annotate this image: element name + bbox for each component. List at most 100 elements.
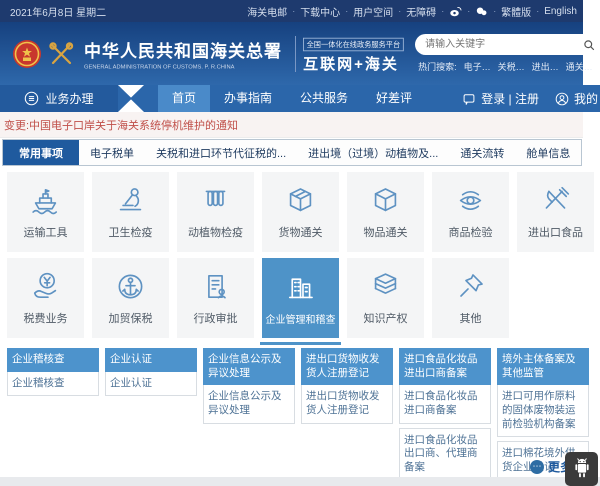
submenu-column: 企业稽核查企业稽核查 <box>7 348 99 396</box>
customs-portal-page: 2021年6月8日 星期二 海关电邮·下载中心·用户空间·无障碍···繁體版·E… <box>0 0 600 480</box>
search-input[interactable] <box>423 38 583 51</box>
parcel-box-icon <box>369 184 402 217</box>
service-tile-label: 卫生检疫 <box>109 224 153 240</box>
pin-icon <box>454 270 487 303</box>
service-tile-label: 货物通关 <box>279 224 323 240</box>
category-tab[interactable]: 进出境（过境）动植物及... <box>297 140 449 165</box>
topbar-link[interactable]: 下载中心 <box>300 4 340 19</box>
service-tile-label: 动植物检疫 <box>188 224 243 240</box>
separator-dot: · <box>292 6 295 16</box>
my-account-link[interactable]: 我的 <box>574 90 598 107</box>
submenu-item[interactable]: 进口可用作原料的固体废物装运前检验机构备案 <box>497 385 589 437</box>
submenu-item[interactable]: 企业信息公示及异议处理 <box>203 385 295 423</box>
business-menu-button[interactable]: 业务办理 <box>0 85 118 112</box>
weibo-icon[interactable] <box>449 5 462 18</box>
separator-dot: · <box>398 6 401 16</box>
notice-link[interactable]: 变更:中国电子口岸关于海关系统停机维护的通知 <box>4 117 238 133</box>
business-menu-label: 业务办理 <box>45 90 93 107</box>
nav-tab[interactable]: 办事指南 <box>210 85 286 112</box>
service-tile-label: 进出口食品 <box>528 224 583 240</box>
service-tile-label: 其他 <box>460 310 482 326</box>
hot-search-link[interactable]: 通关… <box>566 60 593 73</box>
grid-row: 税费业务 加贸保税行政审批企业管理和稽查 知识产权 其他 <box>7 258 600 338</box>
submenu-column: 企业信息公示及异议处理企业信息公示及异议处理 <box>203 348 295 424</box>
category-tab[interactable]: 舱单信息 <box>515 140 581 165</box>
submenu-header[interactable]: 企业认证 <box>105 348 197 372</box>
platform-name: 互联网+海关 <box>303 53 415 74</box>
nav-tab[interactable]: 好差评 <box>362 85 426 112</box>
separator-dot: · <box>441 6 444 16</box>
service-tile-label: 税费业务 <box>24 310 68 326</box>
submenu-header[interactable]: 企业信息公示及异议处理 <box>203 348 295 385</box>
topbar-link[interactable]: 海关电邮 <box>247 4 287 19</box>
hot-search-label: 热门搜索: <box>418 60 457 73</box>
separator-dot: · <box>345 6 348 16</box>
nav-tab[interactable]: 首页 <box>158 85 210 112</box>
service-tile[interactable]: 企业管理和稽查 <box>262 258 339 338</box>
category-tab[interactable]: 通关流转 <box>449 140 515 165</box>
submenu-header[interactable]: 企业稽核查 <box>7 348 99 372</box>
android-widget[interactable] <box>565 452 598 486</box>
microscope-icon <box>114 184 147 217</box>
submenu-item[interactable]: 进口食品化妆品进口商备案 <box>399 385 491 423</box>
separator-dot: · <box>536 6 539 16</box>
service-tile[interactable]: 商品检验 <box>432 172 509 252</box>
submenu-item[interactable]: 进出口货物收发货人注册登记 <box>301 385 393 423</box>
footer-strip <box>0 477 600 486</box>
service-tile[interactable]: 其他 <box>432 258 509 338</box>
user-icon <box>555 92 569 106</box>
service-tile[interactable]: 知识产权 <box>347 258 424 338</box>
topbar-link[interactable]: 用户空间 <box>353 4 393 19</box>
service-tile[interactable]: 行政审批 <box>177 258 254 338</box>
category-tab[interactable]: 电子税单 <box>79 140 145 165</box>
language-link[interactable]: 繁體版 <box>501 4 531 19</box>
service-tile[interactable]: 运输工具 <box>7 172 84 252</box>
nav-tab[interactable]: 公共服务 <box>286 85 362 112</box>
ipr-books-icon <box>369 270 402 303</box>
login-register-link[interactable]: 登录 | 注册 <box>481 90 539 107</box>
submenu-header[interactable]: 境外主体备案及其他监管 <box>497 348 589 385</box>
hot-search-link[interactable]: 电子… <box>464 60 491 73</box>
service-tile-label: 企业管理和稽查 <box>266 311 336 326</box>
search-icon[interactable] <box>583 39 595 51</box>
customs-logo-icon <box>46 39 76 69</box>
nav-separator-icon <box>118 85 144 112</box>
hot-search-items: 电子… 关税… 进出… 通关… <box>464 60 593 73</box>
separator-dot: · <box>467 6 470 16</box>
service-tile-label: 运输工具 <box>24 224 68 240</box>
chat-icon <box>462 92 476 106</box>
nav-right: 登录 | 注册 我的 <box>462 90 600 107</box>
service-tile[interactable]: 货物通关 <box>262 172 339 252</box>
submenu-item[interactable]: 企业稽核查 <box>7 372 99 397</box>
submenu-column: 企业认证企业认证 <box>105 348 197 396</box>
search-block: 热门搜索: 电子… 关税… 进出… 通关… <box>415 34 600 73</box>
topbar-links: 海关电邮·下载中心·用户空间·无障碍···繁體版·English <box>247 4 577 19</box>
service-tile[interactable]: 加贸保税 <box>92 258 169 338</box>
approval-doc-icon <box>199 270 232 303</box>
more-icon[interactable] <box>530 460 544 474</box>
submenu-item[interactable]: 进口食品化妆品出口商、代理商备案 <box>399 428 491 481</box>
submenu-item[interactable]: 企业认证 <box>105 372 197 397</box>
topbar-link[interactable]: 无障碍 <box>406 4 436 19</box>
service-tile[interactable]: 税费业务 <box>7 258 84 338</box>
nav-tabs: 首页办事指南公共服务好差评 <box>158 85 426 112</box>
category-tab[interactable]: 常用事项 <box>3 140 79 165</box>
service-grid: 运输工具 卫生检疫 动植物检疫 货物通关 物品通关 商品检验进出口食品税费业务 加贸保税行政… <box>0 166 600 338</box>
service-tile[interactable]: 进出口食品 <box>517 172 594 252</box>
wechat-icon[interactable] <box>475 5 488 18</box>
service-tile[interactable]: 卫生检疫 <box>92 172 169 252</box>
service-tile[interactable]: 物品通关 <box>347 172 424 252</box>
hot-search-link[interactable]: 进出… <box>532 60 559 73</box>
service-tile-label: 物品通关 <box>364 224 408 240</box>
hot-search-link[interactable]: 关税… <box>498 60 525 73</box>
submenu-panel: 企业稽核查企业稽核查企业认证企业认证企业信息公示及异议处理企业信息公示及异议处理… <box>0 348 600 480</box>
topbar: 2021年6月8日 星期二 海关电邮·下载中心·用户空间·无障碍···繁體版·E… <box>0 0 583 22</box>
hot-search-row: 热门搜索: 电子… 关税… 进出… 通关… <box>415 60 600 73</box>
submenu-header[interactable]: 进口食品化妆品进出口商备案 <box>399 348 491 385</box>
submenu-header[interactable]: 进出口货物收发货人注册登记 <box>301 348 393 385</box>
category-tab-strip: 常用事项电子税单关税和进口环节代征税的...进出境（过境）动植物及...通关流转… <box>2 139 582 166</box>
service-tile-label: 知识产权 <box>364 310 408 326</box>
category-tab[interactable]: 关税和进口环节代征税的... <box>145 140 297 165</box>
language-link[interactable]: English <box>544 6 577 17</box>
service-tile[interactable]: 动植物检疫 <box>177 172 254 252</box>
